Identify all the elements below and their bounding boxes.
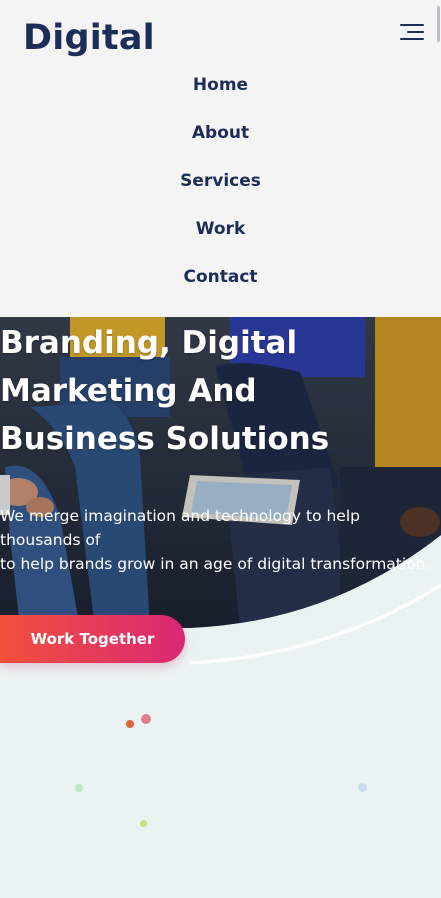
hero-section: Branding, Digital Marketing And Business…: [0, 317, 441, 898]
hero-title: Branding, Digital Marketing And Business…: [0, 319, 441, 463]
nav-item-home: Home: [0, 61, 441, 109]
nav-item-services: Services: [0, 157, 441, 205]
work-together-button[interactable]: Work Together: [0, 615, 185, 663]
nav-item-about: About: [0, 109, 441, 157]
hero-description-line: We merge imagination and technology to h…: [0, 507, 360, 525]
main-nav: Home About Services Work Contact: [0, 61, 441, 301]
hamburger-menu-icon[interactable]: [396, 22, 424, 42]
hero-description-line: to help brands grow in an age of digital…: [0, 555, 431, 573]
nav-link-contact[interactable]: Contact: [183, 267, 257, 287]
nav-link-about[interactable]: About: [192, 123, 249, 143]
decorative-dot: [140, 820, 147, 827]
nav-link-work[interactable]: Work: [196, 219, 246, 239]
decorative-dot: [141, 714, 151, 724]
hero-title-line: Business Solutions: [0, 421, 330, 457]
decorative-dot: [358, 783, 367, 792]
site-header: Digital Home About Services Work Contact: [0, 0, 441, 317]
nav-item-contact: Contact: [0, 253, 441, 301]
hero-title-line: Marketing And: [0, 373, 257, 409]
nav-item-work: Work: [0, 205, 441, 253]
nav-link-home[interactable]: Home: [193, 75, 248, 95]
logo[interactable]: Digital: [23, 14, 155, 62]
nav-link-services[interactable]: Services: [180, 171, 261, 191]
decorative-dot: [75, 784, 83, 792]
hero-description: We merge imagination and technology to h…: [0, 504, 441, 576]
hero-description-line: thousands of: [0, 531, 101, 549]
hero-title-line: Branding, Digital: [0, 325, 298, 361]
decorative-dot: [126, 720, 134, 728]
scrollbar[interactable]: [437, 6, 440, 42]
